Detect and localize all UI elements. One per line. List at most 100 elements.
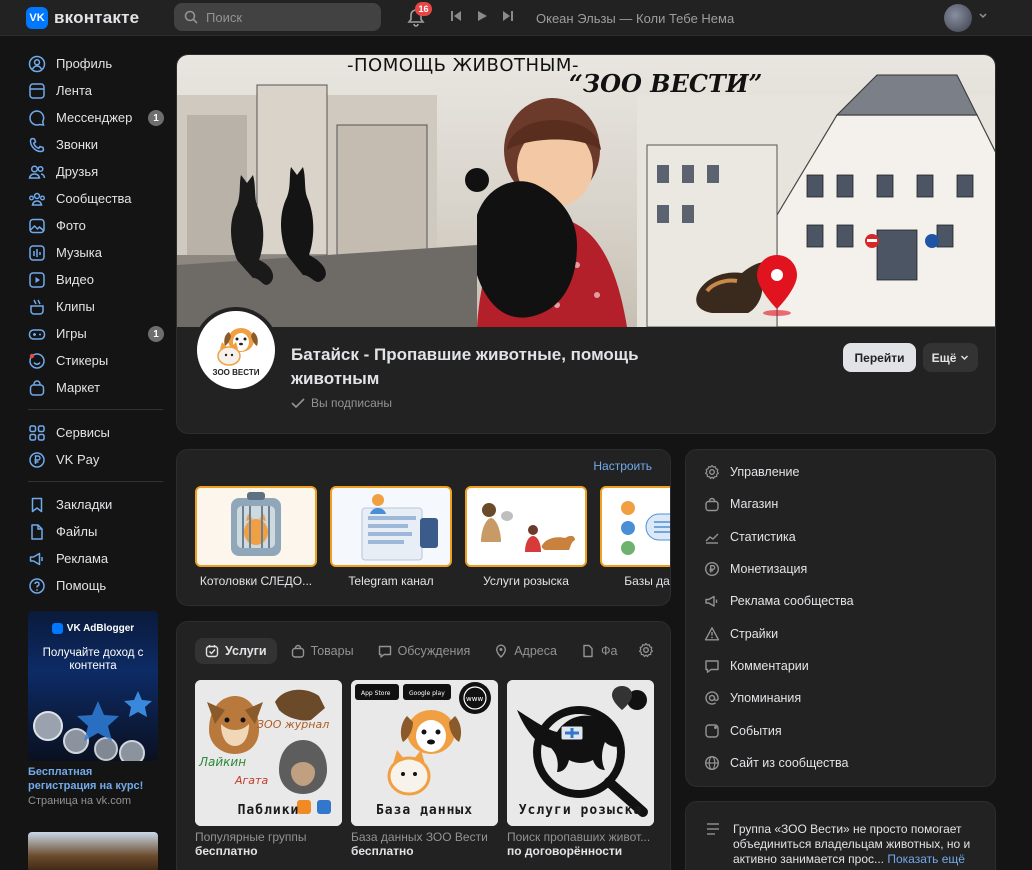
sidebar-item-label: Помощь [56, 578, 107, 593]
sidebar-item-communities[interactable]: Сообщества [26, 185, 166, 212]
sidebar-item-files[interactable]: Файлы [26, 518, 166, 545]
subscription-status[interactable]: Вы подписаны [291, 396, 392, 410]
sidebar-item-label: Друзья [56, 164, 99, 179]
sidebar-item-messenger[interactable]: Мессенджер 1 [26, 104, 166, 131]
service-image: Услуги розыска [507, 680, 654, 826]
service-image-text: www [466, 695, 483, 703]
ad-headline: Получайте доход с контента [42, 647, 144, 672]
gear-icon[interactable] [638, 642, 654, 658]
help-icon [29, 577, 45, 594]
cover-title: -ПОМОЩЬ ЖИВОТНЫМ- [347, 55, 579, 76]
sidebar-item-calls[interactable]: Звонки [26, 131, 166, 158]
manage-item-community-ads[interactable]: Реклама сообщества [704, 593, 854, 609]
ads-icon [29, 552, 43, 565]
sidebar-item-feed[interactable]: Лента [26, 77, 166, 104]
events-icon [705, 724, 719, 738]
service-image-text: Google play [409, 690, 445, 697]
vk-logo-mark: VK [26, 7, 48, 29]
group-avatar[interactable]: ЗОО ВЕСТИ [193, 307, 279, 393]
next-track-icon[interactable] [502, 10, 514, 22]
sidebar-ad[interactable]: VK AdBlogger Получайте доход с контента … [28, 611, 158, 807]
management-card: Управление Магазин Статистика Монетизаци… [685, 449, 996, 787]
tab-discussions[interactable]: Обсуждения [368, 638, 481, 664]
more-button[interactable]: Ещё [923, 343, 978, 372]
phone-icon [29, 137, 45, 152]
sidebar-item-clips[interactable]: Клипы [26, 293, 166, 320]
file-icon [583, 644, 593, 658]
tab-services[interactable]: Услуги [195, 638, 277, 664]
show-more-link[interactable]: Показать ещё [887, 852, 965, 866]
chevron-down-icon[interactable] [978, 12, 988, 20]
tab-goods[interactable]: Товары [281, 638, 364, 664]
vk-logo[interactable]: VK вконтакте [26, 7, 139, 29]
link-label: Базы данных [624, 574, 670, 588]
tab-addresses[interactable]: Адреса [484, 638, 567, 664]
megaphone-icon [705, 595, 718, 607]
link-tile[interactable]: Котоловки СЛЕДО... [195, 486, 317, 588]
manage-item-stats[interactable]: Статистика [704, 529, 796, 545]
warning-icon [704, 627, 720, 641]
manage-item-label: События [730, 724, 782, 738]
manage-item-label: Статистика [730, 530, 796, 544]
sidebar-item-photo[interactable]: Фото [26, 212, 166, 239]
user-avatar[interactable] [944, 4, 972, 32]
manage-item-comments[interactable]: Комментарии [704, 658, 809, 674]
previous-track-icon[interactable] [450, 10, 462, 22]
link-tile[interactable]: Услуги розыска [465, 486, 587, 588]
sidebar-item-label: Закладки [56, 497, 113, 512]
search-box[interactable] [174, 3, 381, 31]
ad-image[interactable]: VK AdBlogger Получайте доход с контента [28, 611, 158, 761]
sidebar-divider [28, 409, 163, 410]
sidebar-item-profile[interactable]: Профиль [26, 50, 166, 77]
manage-item-site[interactable]: Сайт из сообщества [704, 755, 848, 771]
service-image-text: Агата [234, 774, 268, 787]
go-to-button[interactable]: Перейти [843, 343, 916, 372]
friends-icon [28, 164, 46, 179]
sidebar-item-services[interactable]: Сервисы [26, 419, 166, 446]
vkpay-icon [29, 451, 45, 468]
manage-item-strikes[interactable]: Страйки [704, 626, 778, 642]
sidebar-item-games[interactable]: Игры 1 [26, 320, 166, 347]
ad-subtitle: Страница на vk.com [28, 795, 131, 807]
sidebar-ad-image-2[interactable] [28, 832, 158, 870]
sidebar-item-label: Профиль [56, 56, 113, 71]
group-cover: -ПОМОЩЬ ЖИВОТНЫМ- “ЗОО ВЕСТИ” [177, 55, 995, 327]
search-service-illustration [467, 488, 585, 565]
ad-title[interactable]: Бесплатная регистрация на курс! [28, 765, 158, 793]
manage-item-events[interactable]: События [704, 723, 782, 739]
sidebar-item-ads[interactable]: Реклама [26, 545, 166, 572]
pin-icon [496, 644, 507, 658]
tab-label: Адреса [514, 644, 557, 658]
manage-item-shop[interactable]: Магазин [704, 496, 778, 512]
sidebar-item-video[interactable]: Видео [26, 266, 166, 293]
service-item[interactable]: ЗОО журнал Лайкин Агата Паблики Популярн… [195, 680, 342, 858]
now-playing-track[interactable]: Океан Эльзы — Коли Тебе Нема [536, 11, 734, 26]
sidebar-item-label: Музыка [56, 245, 102, 260]
bag-icon [291, 644, 304, 658]
link-label: Услуги розыска [483, 574, 569, 588]
sidebar-item-market[interactable]: Маркет [26, 374, 166, 401]
services-tab-icon [205, 645, 219, 658]
manage-item-monetization[interactable]: Монетизация [704, 561, 807, 577]
sidebar-item-help[interactable]: Помощь [26, 572, 166, 599]
sidebar-item-music[interactable]: Музыка [26, 239, 166, 266]
sidebar-item-label: Сообщества [56, 191, 132, 206]
link-tile[interactable]: Базы данных [600, 486, 670, 588]
sidebar-item-vkpay[interactable]: VK Pay [26, 446, 166, 473]
tab-files[interactable]: Фа [571, 638, 627, 664]
sidebar-item-label: Маркет [56, 380, 101, 395]
service-price: бесплатно [351, 844, 414, 858]
sidebar-item-label: Фото [56, 218, 86, 233]
service-item[interactable]: App Store Google play www База данных Ба… [351, 680, 498, 858]
sidebar-item-stickers[interactable]: Стикеры [26, 347, 166, 374]
sidebar-item-bookmarks[interactable]: Закладки [26, 491, 166, 518]
manage-item-label: Упоминания [730, 691, 802, 705]
configure-link[interactable]: Настроить [593, 459, 652, 473]
manage-item-mentions[interactable]: Упоминания [704, 690, 801, 706]
manage-item-management[interactable]: Управление [704, 464, 800, 480]
play-icon[interactable] [476, 10, 488, 22]
search-input[interactable] [206, 9, 366, 25]
link-tile[interactable]: Telegram канал [330, 486, 452, 588]
sidebar-item-friends[interactable]: Друзья [26, 158, 166, 185]
service-item[interactable]: Услуги розыска Поиск пропавших живот... … [507, 680, 654, 858]
